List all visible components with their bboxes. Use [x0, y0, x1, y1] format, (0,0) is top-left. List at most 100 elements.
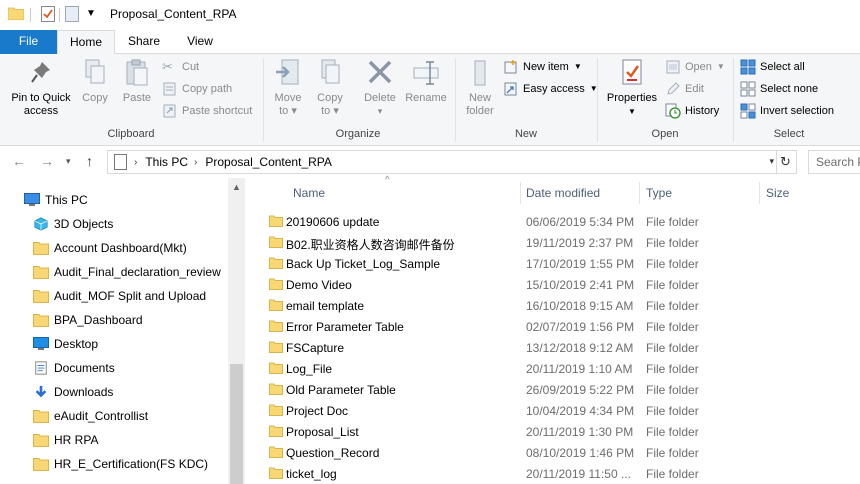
edit-button[interactable]: Edit: [665, 80, 704, 98]
select-group-label: Select: [773, 128, 805, 140]
file-row[interactable]: Question_Record 08/10/2019 1:46 PM File fo…: [245, 443, 860, 464]
rename-button[interactable]: Rename: [404, 58, 448, 105]
file-name: B02.职业资格人数咨询邮件备份: [286, 238, 455, 252]
delete-button[interactable]: Delete ▾: [360, 58, 400, 118]
nav-item[interactable]: This PC: [0, 188, 228, 212]
refresh-icon[interactable]: ↻: [776, 151, 794, 173]
nav-item[interactable]: Audit_Final_declaration_review: [0, 260, 228, 284]
tab-home[interactable]: Home: [57, 30, 115, 55]
file-row[interactable]: B02.职业资格人数咨询邮件备份 19/11/2019 2:37 PM File f…: [245, 233, 860, 254]
nav-item-label: This PC: [45, 193, 88, 207]
new-group-label: New: [514, 128, 537, 140]
column-header-type[interactable]: Type: [646, 183, 672, 207]
nav-item[interactable]: eAudit_Controllist: [0, 404, 228, 428]
nav-item[interactable]: Account Dashboard(Mkt): [0, 236, 228, 260]
column-header-size[interactable]: Size: [766, 183, 789, 207]
forward-arrow-icon[interactable]: →: [40, 153, 54, 169]
folder-icon: [269, 278, 283, 290]
edit-label: Edit: [685, 83, 704, 95]
scrollbar-thumb[interactable]: [230, 364, 243, 484]
ribbon-tabs: File Home Share View: [0, 30, 860, 55]
recent-locations-chevron-icon[interactable]: ▾: [66, 156, 71, 167]
search-input[interactable]: Search P: [808, 150, 860, 174]
nav-item[interactable]: HR RPA: [0, 428, 228, 452]
breadcrumb-this-pc[interactable]: This PC: [145, 155, 188, 169]
delete-x-icon: [368, 60, 392, 84]
ribbon: Pin to Quick access Copy Paste ✂ Cut Cop…: [0, 54, 860, 146]
open-button[interactable]: Open ▼: [665, 58, 725, 76]
file-date-modified: 17/10/2019 1:55 PM: [526, 257, 635, 271]
copy-to-button[interactable]: Copy to ▾: [312, 58, 348, 118]
properties-check-icon[interactable]: [41, 6, 55, 22]
paste-button[interactable]: Paste: [118, 58, 156, 105]
nav-item[interactable]: Documents: [0, 356, 228, 380]
tab-share[interactable]: Share: [118, 30, 170, 54]
rename-label: Rename: [405, 92, 447, 104]
nav-item[interactable]: Downloads: [0, 380, 228, 404]
column-separator[interactable]: [520, 182, 521, 204]
new-item-label: New item: [523, 61, 569, 73]
file-row[interactable]: Project Doc 10/04/2019 4:34 PM File folder: [245, 401, 860, 422]
file-name: Back Up Ticket_Log_Sample: [286, 257, 441, 271]
address-dropdown-icon[interactable]: ▾: [769, 156, 774, 167]
file-date-modified: 19/11/2019 2:37 PM: [526, 236, 634, 250]
select-none-button[interactable]: Select none: [740, 80, 818, 98]
file-row[interactable]: Demo Video 15/10/2019 2:41 PM File folder: [245, 275, 860, 296]
move-to-button[interactable]: Move to ▾: [270, 58, 306, 118]
file-row[interactable]: FSCapture 13/12/2018 9:12 AM File folder: [245, 338, 860, 359]
tab-file[interactable]: File: [0, 30, 57, 54]
window-title: Proposal_Content_RPA: [110, 7, 237, 21]
easy-access-button[interactable]: Easy access ▼: [503, 80, 598, 98]
file-type: File folder: [646, 467, 699, 481]
quick-access-dropdown-icon[interactable]: ▼: [86, 8, 96, 19]
new-item-button[interactable]: New item ▼: [503, 58, 582, 76]
nav-item[interactable]: Audit_MOF Split and Upload: [0, 284, 228, 308]
back-arrow-icon[interactable]: ←: [12, 153, 26, 169]
folder-icon: [269, 299, 283, 311]
pin-to-quick-access-button[interactable]: Pin to Quick access: [6, 58, 76, 118]
history-button[interactable]: History: [665, 102, 719, 120]
cut-button[interactable]: ✂ Cut: [162, 58, 199, 76]
file-row[interactable]: Proposal_List 20/11/2019 1:30 PM File fold…: [245, 422, 860, 443]
invert-selection-button[interactable]: Invert selection: [740, 102, 834, 120]
column-separator[interactable]: [759, 182, 760, 204]
file-row[interactable]: Log_File 20/11/2019 1:10 AM File folder: [245, 359, 860, 380]
column-separator[interactable]: [639, 182, 640, 204]
quick-access-separator: [59, 8, 60, 22]
nav-item[interactable]: 3D Objects: [0, 212, 228, 236]
scissors-icon: ✂: [162, 59, 173, 74]
pin-label-line2: access: [23, 105, 59, 117]
column-header-date[interactable]: Date modified: [526, 183, 600, 207]
select-all-button[interactable]: Select all: [740, 58, 805, 76]
copy-button[interactable]: Copy: [78, 58, 112, 105]
nav-item-label: Account Dashboard(Mkt): [54, 241, 187, 255]
properties-button[interactable]: Properties ▼: [603, 58, 661, 118]
file-row[interactable]: email template 16/10/2018 9:15 AM File fol…: [245, 296, 860, 317]
documents-icon: [33, 361, 54, 375]
new-folder-button[interactable]: New folder: [460, 58, 500, 118]
tab-view[interactable]: View: [172, 30, 228, 54]
column-header-name[interactable]: Name: [293, 183, 325, 207]
file-row[interactable]: ticket_log 20/11/2019 11:50 ... File folde…: [245, 464, 860, 484]
file-row[interactable]: Error Parameter Table 02/07/2019 1:56 PM F…: [245, 317, 860, 338]
copy-path-label: Copy path: [182, 83, 233, 95]
nav-item[interactable]: BPA_Dashboard: [0, 308, 228, 332]
new-item-dropdown-icon: ▼: [573, 62, 582, 71]
file-name: Log_File: [286, 362, 333, 376]
file-date-modified: 06/06/2019 5:34 PM: [526, 215, 635, 229]
copy-path-button[interactable]: Copy path: [162, 80, 232, 98]
open-group-label: Open: [651, 128, 679, 140]
nav-scrollbar[interactable]: ▲: [228, 178, 245, 484]
new-folder-quick-icon[interactable]: [65, 6, 79, 22]
folder-icon: [33, 265, 54, 279]
paste-shortcut-button[interactable]: Paste shortcut: [162, 102, 252, 120]
scroll-up-icon[interactable]: ▲: [228, 182, 245, 192]
breadcrumb-current-folder[interactable]: Proposal_Content_RPA: [205, 155, 332, 169]
file-row[interactable]: Back Up Ticket_Log_Sample 17/10/2019 1:55…: [245, 254, 860, 275]
nav-item[interactable]: Desktop: [0, 332, 228, 356]
up-arrow-icon[interactable]: ↑: [86, 153, 93, 169]
file-row[interactable]: 20190606 update 06/06/2019 5:34 PM File fo…: [245, 212, 860, 233]
file-row[interactable]: Old Parameter Table 26/09/2019 5:22 PM Fil…: [245, 380, 860, 401]
nav-item[interactable]: HR_E_Certification(FS KDC): [0, 452, 228, 476]
address-bar[interactable]: › This PC › Proposal_Content_RPA ▾ ↻: [107, 150, 797, 174]
